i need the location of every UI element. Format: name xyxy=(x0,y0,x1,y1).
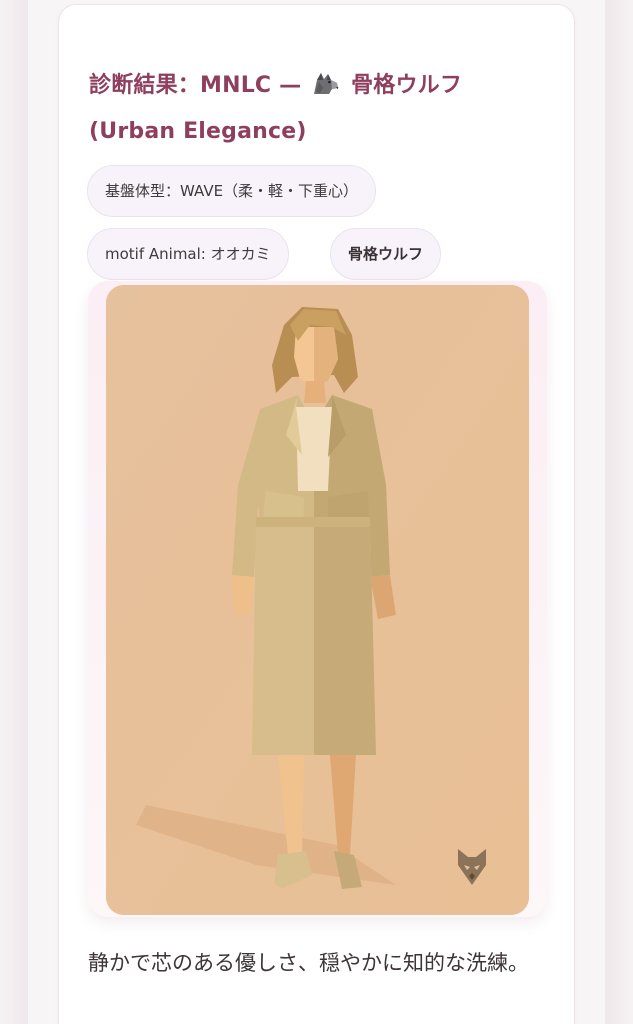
result-title: 診断結果：MNLC — 骨格ウルフ (Urban Elegance) xyxy=(89,63,529,155)
illustration-frame xyxy=(88,281,547,917)
title-type: 骨格ウルフ xyxy=(351,73,463,98)
wolf-icon xyxy=(314,73,339,94)
right-gutter xyxy=(605,0,633,1024)
result-card: 診断結果：MNLC — 骨格ウルフ (Urban Elegance) 基盤体型：… xyxy=(58,4,575,1024)
page: 診断結果：MNLC — 骨格ウルフ (Urban Elegance) 基盤体型：… xyxy=(28,0,605,1024)
chip-type-name: 骨格ウルフ xyxy=(330,228,442,280)
chip-motif-animal: motif Animal: オオカミ xyxy=(87,228,289,280)
woman-in-suit-illustration xyxy=(106,285,529,915)
left-gutter xyxy=(0,0,28,1024)
title-prefix: 診断結果：MNLC — xyxy=(89,73,302,98)
title-subtitle: (Urban Elegance) xyxy=(89,119,307,144)
chip-base-body-type: 基盤体型：WAVE（柔・軽・下重心） xyxy=(87,165,377,217)
illustration xyxy=(106,285,529,915)
type-description: 静かで芯のある優しさ、穏やかに知的な洗練。 xyxy=(88,951,529,975)
